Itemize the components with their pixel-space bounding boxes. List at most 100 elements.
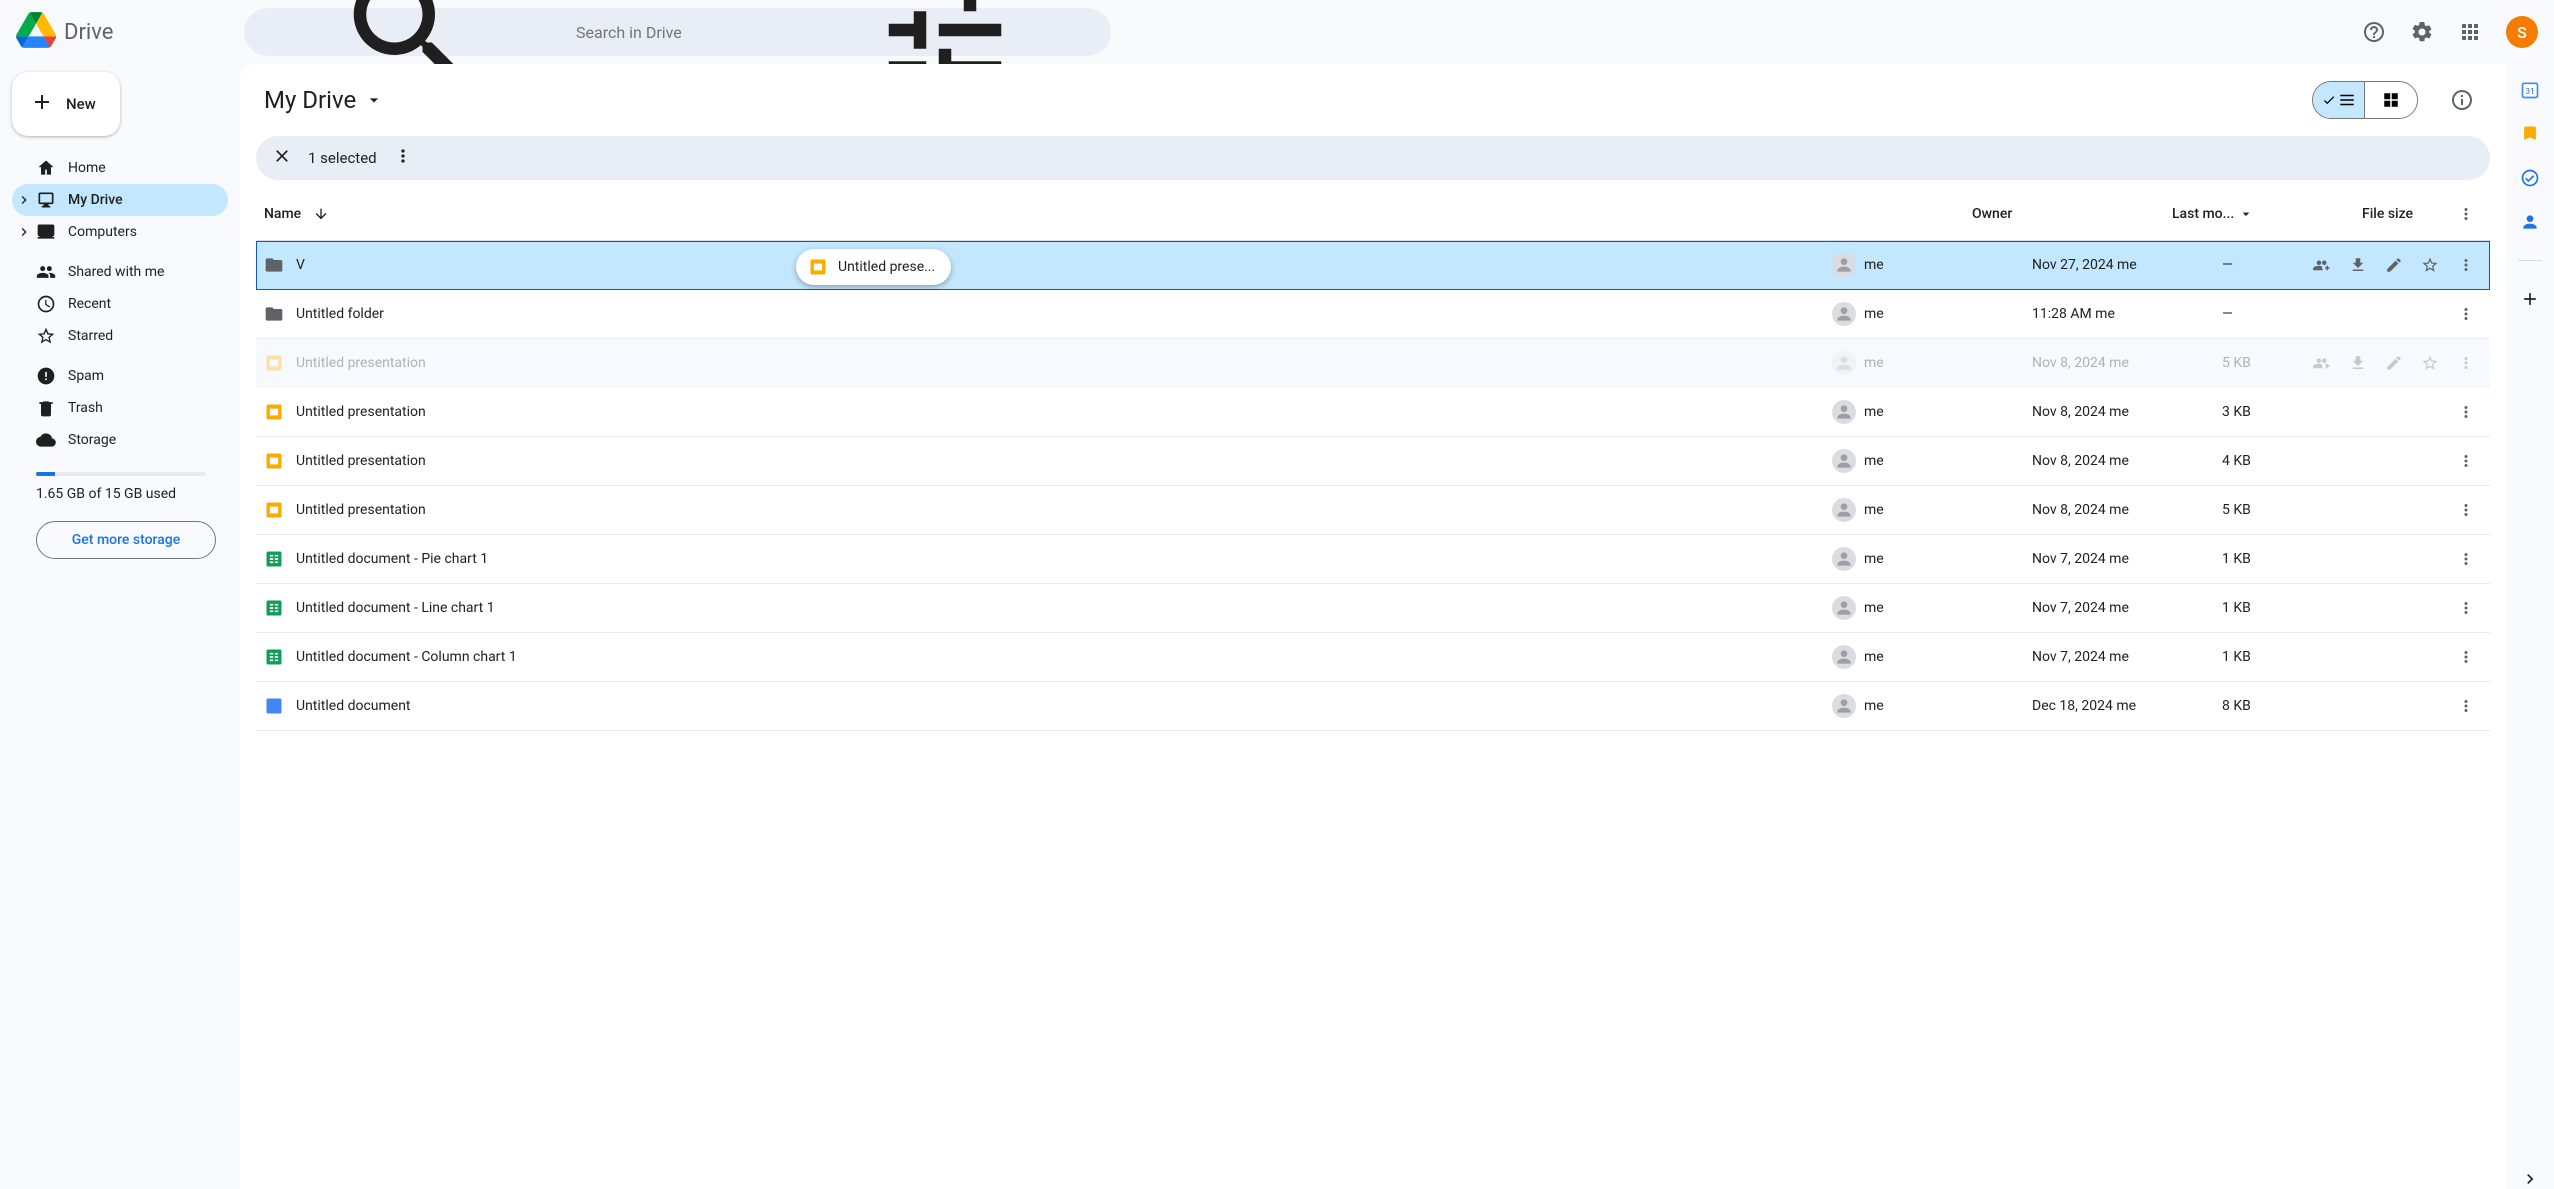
star-button[interactable] (2414, 347, 2446, 379)
more-button[interactable] (2450, 641, 2482, 673)
more-button[interactable] (2450, 592, 2482, 624)
support-button[interactable] (2354, 12, 2394, 52)
storage-usage: 1.65 GB of 15 GB used (12, 484, 228, 505)
col-size[interactable]: File size (2362, 206, 2442, 222)
file-name: Untitled document - Line chart 1 (296, 600, 495, 616)
nav-label: Spam (68, 368, 104, 384)
clear-selection-button[interactable] (272, 146, 292, 170)
nav-trash[interactable]: Trash (12, 392, 228, 424)
nav-storage[interactable]: Storage (12, 424, 228, 456)
col-name[interactable]: Name (264, 206, 1972, 222)
owner-name: me (1864, 551, 1884, 567)
file-name: Untitled document - Column chart 1 (296, 649, 517, 665)
keep-icon[interactable] (2520, 124, 2540, 144)
more-button[interactable] (2450, 347, 2482, 379)
owner-avatar (1832, 498, 1856, 522)
nav-spam[interactable]: Spam (12, 360, 228, 392)
nav-label: My Drive (68, 192, 123, 208)
nav-home[interactable]: Home (12, 152, 228, 184)
nav-my-drive[interactable]: My Drive (12, 184, 228, 216)
file-name: V (296, 257, 305, 273)
more-button[interactable] (2450, 690, 2482, 722)
nav-starred[interactable]: Starred (12, 320, 228, 352)
owner-name: me (1864, 257, 1884, 273)
col-label: File size (2362, 206, 2413, 222)
more-actions-button[interactable] (393, 146, 413, 170)
logo-area[interactable]: Drive (16, 10, 236, 54)
nav-recent[interactable]: Recent (12, 288, 228, 320)
modified-date: Nov 27, 2024 me (2032, 257, 2222, 273)
info-button[interactable] (2442, 80, 2482, 120)
add-addon-button[interactable] (2520, 289, 2540, 309)
share-button[interactable] (2306, 249, 2338, 281)
owner-name: me (1864, 453, 1884, 469)
grid-view-button[interactable] (2365, 82, 2417, 118)
get-storage-button[interactable]: Get more storage (36, 521, 216, 559)
share-button[interactable] (2306, 347, 2338, 379)
download-button[interactable] (2342, 347, 2374, 379)
caret-down-icon (2238, 206, 2254, 222)
owner-avatar (1832, 694, 1856, 718)
apps-button[interactable] (2450, 12, 2490, 52)
sheets-icon (264, 549, 284, 569)
chevron-right-icon[interactable] (16, 192, 32, 208)
slides-icon (264, 451, 284, 471)
owner-avatar (1832, 302, 1856, 326)
table-row[interactable]: Untitled presentation me Nov 8, 2024 me … (256, 437, 2490, 486)
slides-icon (264, 500, 284, 520)
star-button[interactable] (2414, 249, 2446, 281)
search-input[interactable] (576, 23, 779, 42)
table-row[interactable]: Untitled prese... V me Nov 27, 2024 me — (256, 241, 2490, 290)
owner-avatar (1832, 351, 1856, 375)
more-button[interactable] (2450, 396, 2482, 428)
search-bar[interactable] (244, 8, 1111, 56)
nav-computers[interactable]: Computers (12, 216, 228, 248)
download-button[interactable] (2342, 249, 2374, 281)
nav-label: Shared with me (68, 264, 164, 280)
table-row[interactable]: Untitled document me Dec 18, 2024 me 8 K… (256, 682, 2490, 731)
rename-button[interactable] (2378, 249, 2410, 281)
owner-name: me (1864, 698, 1884, 714)
chevron-right-icon[interactable] (16, 224, 32, 240)
column-options-button[interactable] (2450, 198, 2482, 230)
table-header: Name Owner Last mo... File size (256, 188, 2490, 241)
collapse-panel-button[interactable] (2520, 1169, 2540, 1189)
table-row[interactable]: Untitled document - Pie chart 1 me Nov 7… (256, 535, 2490, 584)
calendar-icon[interactable] (2520, 80, 2540, 100)
more-button[interactable] (2450, 298, 2482, 330)
file-name: Untitled presentation (296, 453, 426, 469)
contacts-icon[interactable] (2520, 212, 2540, 232)
trash-icon (36, 398, 56, 418)
file-size: 1 KB (2222, 649, 2302, 665)
table-row[interactable]: Untitled presentation me Nov 8, 2024 me … (256, 486, 2490, 535)
list-view-button[interactable] (2313, 82, 2365, 118)
breadcrumb[interactable]: My Drive (264, 86, 384, 114)
more-button[interactable] (2450, 249, 2482, 281)
table-row[interactable]: Untitled document - Column chart 1 me No… (256, 633, 2490, 682)
owner-name: me (1864, 649, 1884, 665)
more-button[interactable] (2450, 543, 2482, 575)
table-row[interactable]: Untitled presentation me Nov 8, 2024 me … (256, 339, 2490, 388)
nav-label: Recent (68, 296, 111, 312)
table-row[interactable]: Untitled folder me 11:28 AM me — (256, 290, 2490, 339)
new-button[interactable]: New (12, 72, 120, 136)
settings-button[interactable] (2402, 12, 2442, 52)
owner-name: me (1864, 600, 1884, 616)
more-button[interactable] (2450, 494, 2482, 526)
owner-name: me (1864, 404, 1884, 420)
arrow-down-icon (313, 206, 329, 222)
rename-button[interactable] (2378, 347, 2410, 379)
tasks-icon[interactable] (2520, 168, 2540, 188)
modified-date: Nov 8, 2024 me (2032, 453, 2222, 469)
col-modified[interactable]: Last mo... (2172, 206, 2362, 222)
nav-shared[interactable]: Shared with me (12, 256, 228, 288)
more-button[interactable] (2450, 445, 2482, 477)
table-row[interactable]: Untitled presentation me Nov 8, 2024 me … (256, 388, 2490, 437)
folder-icon (264, 304, 284, 324)
account-avatar[interactable]: S (2506, 16, 2538, 48)
spam-icon (36, 366, 56, 386)
col-owner[interactable]: Owner (1972, 206, 2172, 222)
file-name: Untitled document (296, 698, 411, 714)
col-label: Last mo... (2172, 206, 2234, 222)
table-row[interactable]: Untitled document - Line chart 1 me Nov … (256, 584, 2490, 633)
